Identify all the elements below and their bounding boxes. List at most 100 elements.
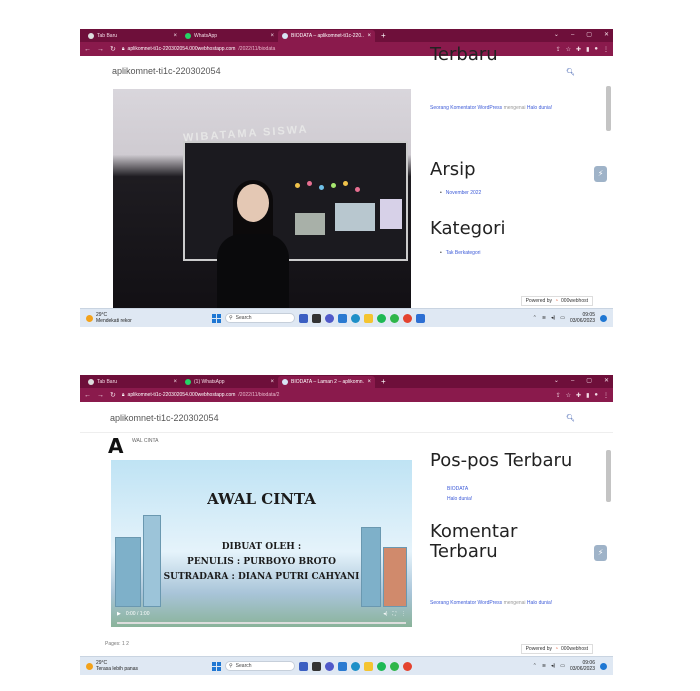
notification-icon[interactable] [600, 314, 607, 322]
site-title[interactable]: aplikomnet-ti1c-220302054 [112, 66, 221, 76]
comment-post-link[interactable]: Halo dunia! [527, 105, 552, 111]
close-tab-icon[interactable]: × [270, 379, 274, 385]
menu-icon[interactable]: ⋮ [603, 392, 609, 399]
close-tab-icon[interactable]: × [173, 33, 177, 39]
tab-biodata[interactable]: BIODATA – Laman 2 – aplikomn... × [278, 376, 375, 388]
avatar[interactable]: ● [594, 392, 598, 399]
pospos-item[interactable]: BIODATA [447, 484, 472, 494]
weather-widget[interactable]: 29°C Terasa lebih panas [86, 660, 196, 672]
file-explorer-icon[interactable] [312, 661, 321, 671]
minimize-icon[interactable]: – [571, 375, 574, 388]
play-icon[interactable]: ▶ [117, 611, 121, 617]
tab-whatsapp[interactable]: (1) WhatsApp × [181, 376, 278, 388]
avatar[interactable]: ● [594, 46, 598, 53]
battery-icon[interactable]: ▭ [560, 315, 565, 321]
reload-icon[interactable]: ↻ [110, 391, 116, 399]
close-tab-icon[interactable]: × [367, 33, 371, 39]
url-field[interactable]: 🔒︎ aplikomnet-ti1c-220302054.000webhosta… [122, 392, 550, 398]
minimize-icon[interactable]: – [571, 29, 574, 42]
comment-author-link[interactable]: Seorang Komentator WordPress [430, 105, 502, 111]
site-title[interactable]: aplikomnet-ti1c-220302054 [110, 413, 219, 423]
chevron-up-icon[interactable]: ⌃ [533, 315, 537, 321]
vscode-icon[interactable] [338, 313, 347, 323]
spotify-icon[interactable] [377, 313, 386, 323]
extensions-icon[interactable]: ✚ [576, 392, 581, 399]
reload-icon[interactable]: ↻ [110, 45, 116, 53]
file-explorer-icon[interactable] [312, 313, 321, 323]
sidepanel-icon[interactable]: ▮ [586, 392, 589, 399]
tab-tab-baru[interactable]: Tab Baru × [84, 376, 181, 388]
windows-start-icon[interactable] [212, 313, 221, 323]
teams-icon[interactable] [325, 661, 334, 671]
whatsapp-icon[interactable] [390, 661, 399, 671]
vscode-icon[interactable] [338, 661, 347, 671]
folder-icon[interactable] [364, 661, 373, 671]
floating-action-button[interactable]: ⚡︎ [594, 545, 607, 561]
comment-post-link[interactable]: Halo dunia! [527, 600, 552, 606]
close-tab-icon[interactable]: × [367, 379, 371, 385]
search-icon[interactable]: 🔍︎ [566, 68, 575, 76]
weather-widget[interactable]: 29°C Mendekati rekor [86, 312, 196, 324]
maximize-icon[interactable]: ▢ [586, 375, 592, 388]
chevron-down-icon[interactable]: ⌄ [554, 29, 559, 42]
search-icon[interactable]: 🔍︎ [566, 414, 575, 422]
star-icon[interactable]: ☆ [566, 46, 571, 53]
battery-icon[interactable]: ▭ [560, 663, 565, 669]
chevron-down-icon[interactable]: ⌄ [554, 375, 559, 388]
share-icon[interactable]: ⇪ [556, 392, 561, 399]
back-icon[interactable]: ← [84, 392, 91, 399]
windows-start-icon[interactable] [212, 661, 221, 671]
chrome-icon[interactable] [403, 661, 412, 671]
scrollbar[interactable] [606, 450, 611, 502]
edge-icon[interactable] [351, 661, 360, 671]
volume-icon[interactable]: ◂) [551, 315, 555, 321]
arsip-item[interactable]: November 2022 [440, 190, 482, 196]
close-tab-icon[interactable]: × [173, 379, 177, 385]
pospos-item[interactable]: Halo dunia! [447, 494, 472, 504]
chrome-icon[interactable] [403, 313, 412, 323]
edge-icon[interactable] [351, 313, 360, 323]
new-tab-button[interactable]: + [375, 376, 392, 388]
sidepanel-icon[interactable]: ▮ [586, 46, 589, 53]
tab-whatsapp[interactable]: WhatsApp × [181, 30, 278, 42]
back-icon[interactable]: ← [84, 46, 91, 53]
spotify-icon[interactable] [377, 661, 386, 671]
extensions-icon[interactable]: ✚ [576, 46, 581, 53]
pagination[interactable]: Pages: 1 2 [105, 641, 129, 647]
taskbar-search[interactable]: ⚲ Search [225, 313, 295, 323]
taskbar-search[interactable]: ⚲ Search [225, 661, 295, 671]
notification-icon[interactable] [600, 662, 607, 670]
volume-icon[interactable]: ◂) [551, 663, 555, 669]
scrollbar[interactable] [606, 86, 611, 131]
close-window-icon[interactable]: ✕ [604, 375, 609, 388]
floating-action-button[interactable]: ⚡︎ [594, 166, 607, 182]
star-icon[interactable]: ☆ [566, 392, 571, 399]
fullscreen-icon[interactable]: ⛶ [392, 611, 396, 617]
close-window-icon[interactable]: ✕ [604, 29, 609, 42]
maximize-icon[interactable]: ▢ [586, 29, 592, 42]
clock[interactable]: 09:05 03/06/2023 [570, 312, 595, 324]
kategori-item[interactable]: Tak Berkategori [440, 250, 481, 256]
chevron-up-icon[interactable]: ⌃ [533, 663, 537, 669]
comment-author-link[interactable]: Seorang Komentator WordPress [430, 600, 502, 606]
meet-icon[interactable] [299, 661, 308, 671]
folder-icon[interactable] [364, 313, 373, 323]
teams-icon[interactable] [325, 313, 334, 323]
clock[interactable]: 09:06 03/06/2023 [570, 660, 595, 672]
video-player[interactable]: AWAL CINTA DIBUAT OLEH : PENULIS : PURBO… [111, 460, 412, 627]
close-tab-icon[interactable]: × [270, 33, 274, 39]
whatsapp-icon[interactable] [390, 313, 399, 323]
app-icon[interactable] [416, 313, 425, 323]
forward-icon[interactable]: → [97, 392, 104, 399]
share-icon[interactable]: ⇪ [556, 46, 561, 53]
menu-icon[interactable]: ⋮ [603, 46, 609, 53]
webhost-badge[interactable]: Powered by ◔ 000webhost [520, 296, 593, 306]
webhost-badge[interactable]: Powered by ◔ 000webhost [520, 644, 593, 654]
tab-tab-baru[interactable]: Tab Baru × [84, 30, 181, 42]
meet-icon[interactable] [299, 313, 308, 323]
wifi-icon[interactable]: ≋ [542, 663, 546, 669]
wifi-icon[interactable]: ≋ [542, 315, 546, 321]
new-tab-button[interactable]: + [375, 30, 392, 42]
volume-icon[interactable]: ◂) [383, 611, 387, 617]
forward-icon[interactable]: → [97, 46, 104, 53]
